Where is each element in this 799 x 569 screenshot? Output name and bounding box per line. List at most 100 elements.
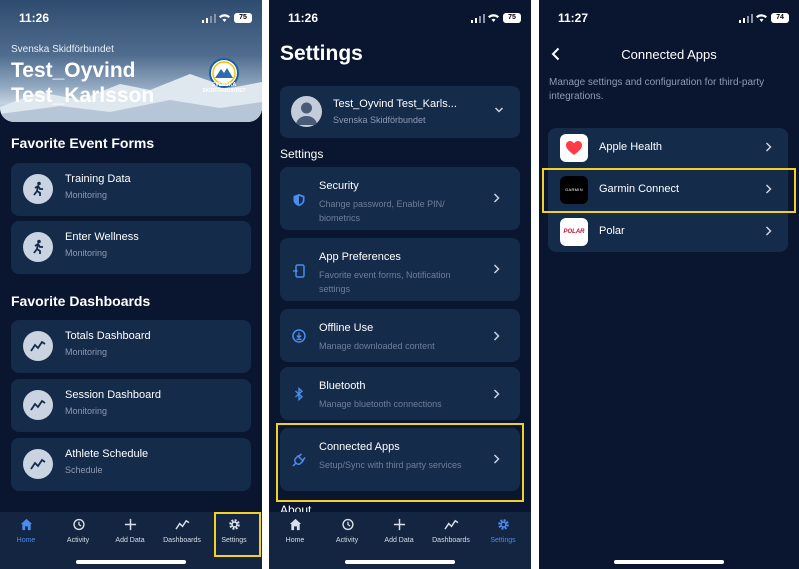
home-indicator (76, 560, 186, 564)
profile-card[interactable]: Test_Oyvind Test_Karls... Svenska Skidfö… (280, 86, 520, 138)
tab-label: Add Data (384, 537, 414, 544)
card-title: Session Dashboard (65, 389, 162, 401)
tab-label: Activity (335, 537, 359, 544)
runner-icon (23, 232, 53, 262)
settings-item-bluetooth[interactable]: Bluetooth Manage bluetooth connections (280, 367, 520, 420)
item-subtitle: Manage bluetooth connections (319, 399, 442, 409)
chevron-right-icon (493, 193, 500, 203)
tab-label: Settings (490, 537, 516, 544)
wifi-icon (756, 14, 767, 22)
chevron-down-icon[interactable] (494, 106, 504, 114)
download-icon (292, 329, 306, 343)
page-title: Settings (280, 42, 363, 65)
signal-icon (471, 14, 485, 23)
trend-icon (23, 331, 53, 361)
card-subtitle: Monitoring (65, 347, 108, 357)
item-subtitle: Manage downloaded content (319, 341, 435, 351)
tab-add-data[interactable]: Add Data (104, 518, 156, 544)
org-name: Svenska Skidförbundet (11, 44, 114, 55)
tab-add-data[interactable]: Add Data (373, 518, 425, 544)
item-title: Security (319, 180, 359, 192)
page-description: Manage settings and configuration for th… (549, 77, 765, 102)
gear-icon (497, 519, 509, 530)
status-time: 11:26 (19, 11, 50, 25)
card-subtitle: Monitoring (65, 406, 108, 416)
item-subtitle: Change password, Enable PIN/ biometrics (319, 199, 445, 223)
app-name: Polar (599, 225, 625, 237)
favorite-form-card[interactable]: Enter Wellness Monitoring (11, 221, 251, 274)
bluetooth-icon (295, 387, 304, 401)
avatar (291, 96, 322, 127)
highlight-box (276, 423, 524, 502)
profile-name: Test_Oyvind Test_Karls... (333, 98, 457, 110)
item-title: Offline Use (319, 322, 374, 334)
tab-label: Dashboards (432, 537, 470, 544)
tab-label: Add Data (115, 537, 145, 544)
tab-home[interactable]: Home (0, 518, 52, 544)
plus-icon (393, 518, 405, 531)
settings-item-security[interactable]: Security Change password, Enable PIN/ bi… (280, 167, 520, 230)
chevron-right-icon (765, 226, 772, 236)
tab-label: Dashboards (163, 537, 201, 544)
trend-icon (443, 519, 458, 530)
shield-icon (293, 194, 305, 207)
status-bar: 11:26 75 (0, 0, 262, 36)
dashboard-card[interactable]: Session Dashboard Monitoring (11, 379, 251, 432)
card-subtitle: Monitoring (65, 190, 108, 200)
user-name: Test_Oyvind Test_Karlsson (11, 59, 155, 107)
wifi-icon (219, 14, 230, 22)
settings-item-app-preferences[interactable]: App Preferences Favorite event forms, No… (280, 238, 520, 301)
trend-icon (23, 449, 53, 479)
tab-dashboards[interactable]: Dashboards (425, 518, 477, 544)
item-title: Bluetooth (319, 380, 366, 392)
status-time: 11:26 (288, 11, 319, 25)
highlight-box (214, 512, 261, 557)
item-title: App Preferences (319, 251, 401, 263)
profile-org: Svenska Skidförbundet (333, 115, 426, 125)
card-subtitle: Monitoring (65, 248, 108, 258)
chevron-right-icon (493, 389, 500, 399)
status-time: 11:27 (558, 11, 589, 25)
tab-label: Home (285, 537, 305, 544)
card-title: Athlete Schedule (65, 448, 149, 460)
wifi-icon (488, 14, 499, 22)
highlight-box (542, 168, 796, 213)
home-indicator (345, 560, 455, 564)
heart-icon (560, 134, 588, 162)
item-subtitle: Favorite event forms, Notification setti… (319, 270, 451, 294)
runner-icon (23, 174, 53, 204)
plus-icon (124, 518, 136, 531)
polar-logo: POLAR (560, 218, 588, 246)
signal-icon (739, 14, 753, 23)
battery-icon: 74 (771, 13, 789, 23)
tab-settings[interactable]: Settings (477, 518, 529, 544)
logo-text: SVENSKA SKIDFÖRBUNDET (202, 82, 246, 94)
favorite-form-card[interactable]: Training Data Monitoring (11, 163, 251, 216)
settings-item-offline-use[interactable]: Offline Use Manage downloaded content (280, 309, 520, 362)
card-title: Enter Wellness (65, 231, 139, 243)
section-title: Settings (280, 147, 324, 161)
favorite-dashboards-title: Favorite Dashboards (11, 293, 151, 309)
status-bar: 11:26 75 (269, 0, 531, 36)
dashboard-card[interactable]: Athlete Schedule Schedule (11, 438, 251, 491)
phone-icon (293, 264, 305, 278)
app-row-apple-health[interactable]: Apple Health (548, 128, 788, 169)
tab-activity[interactable]: Activity (52, 518, 104, 544)
settings-screen: 11:26 75 Settings Test_Oyvind Test_Karls… (269, 0, 531, 569)
chevron-right-icon (493, 331, 500, 341)
status-bar: 11:27 74 (539, 0, 799, 36)
chevron-right-icon (765, 142, 772, 152)
tab-dashboards[interactable]: Dashboards (156, 518, 208, 544)
home-icon (20, 518, 32, 531)
tab-activity[interactable]: Activity (321, 518, 373, 544)
dashboard-card[interactable]: Totals Dashboard Monitoring (11, 320, 251, 373)
tab-home[interactable]: Home (269, 518, 321, 544)
card-title: Training Data (65, 173, 131, 185)
signal-icon (202, 14, 216, 23)
page-title: Connected Apps (621, 47, 717, 62)
battery-icon: 75 (503, 13, 521, 23)
battery-icon: 75 (234, 13, 252, 23)
home-indicator (614, 560, 724, 564)
app-row-polar[interactable]: POLAR Polar (548, 212, 788, 253)
favorite-forms-title: Favorite Event Forms (11, 135, 155, 151)
